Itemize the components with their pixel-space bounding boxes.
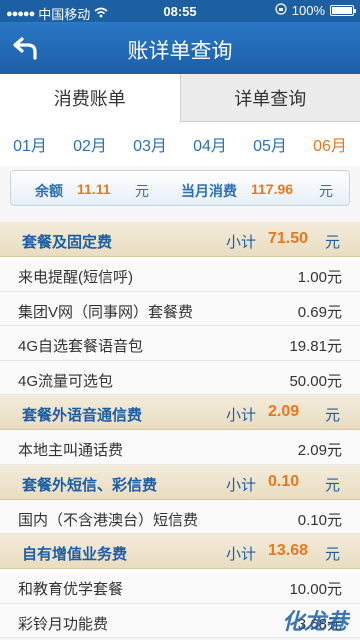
month-04[interactable]: 04月: [193, 132, 227, 156]
balance-unit: 元: [135, 183, 149, 199]
subtotal-unit: 元: [324, 546, 340, 563]
item-amount: 0.69元: [297, 303, 342, 321]
subtotal-value: 13.68: [268, 542, 309, 559]
tab-detail-query[interactable]: 详单查询: [180, 74, 360, 122]
tab-bar: 消费账单 详单查询: [0, 74, 360, 122]
item-amount: 2.09元: [297, 442, 342, 459]
item-name: 来电提醒(短信呼): [18, 269, 133, 286]
month-01[interactable]: 01月: [13, 132, 47, 156]
section-header: 自有增值业务费 小计 13.68 元: [0, 534, 360, 569]
battery-icon: [330, 5, 356, 16]
item-name: 集团V网（同事网）套餐费: [18, 303, 194, 321]
list-item: 4G流量可选包 50.00元: [0, 360, 360, 395]
subtotal-unit: 元: [324, 476, 340, 494]
section-title: 套餐及固定费: [22, 234, 113, 251]
bill-list: 套餐及固定费 小计 71.50 元 来电提醒(短信呼) 1.00元 集团V网（同事…: [0, 222, 360, 638]
subtotal-value: 71.50: [268, 230, 309, 247]
month-03[interactable]: 03月: [133, 132, 167, 156]
month-spend-unit: 元: [319, 183, 333, 199]
month-06[interactable]: 06月: [313, 132, 347, 156]
item-amount: 1.00元: [297, 269, 342, 286]
subtotal-value: 0.10: [268, 472, 300, 490]
section-header: 套餐外短信、彩信费 小计 0.10 元: [0, 464, 360, 500]
item-name: 彩铃月功能费: [18, 615, 109, 633]
month-spend-label: 当月消费: [181, 183, 237, 199]
month-05[interactable]: 05月: [253, 132, 287, 156]
list-item: 集团V网（同事网）套餐费 0.69元: [0, 291, 360, 326]
section-title: 套餐外语音通信费: [22, 407, 143, 424]
subtotal-label: 小计: [226, 234, 257, 251]
subtotal-label: 小计: [226, 546, 257, 563]
list-item: 本地主叫通话费 2.09元: [0, 430, 360, 465]
subtotal-value: 2.09: [268, 403, 300, 420]
item-name: 4G流量可选包: [18, 372, 114, 390]
item-name: 国内（不含港澳台）短信费: [18, 511, 199, 529]
battery-percent: 100%: [291, 3, 325, 18]
section-title: 自有增值业务费: [22, 546, 128, 563]
section-title: 套餐外短信、彩信费: [22, 476, 158, 494]
item-name: 本地主叫通话费: [18, 442, 124, 459]
item-name: 和教育优学套餐: [18, 581, 124, 598]
subtotal-unit: 元: [324, 234, 340, 251]
rotation-lock-icon: [275, 3, 287, 18]
tab-consumption-bill[interactable]: 消费账单: [0, 74, 181, 122]
item-amount: 19.81元: [289, 338, 342, 355]
balance-value: 11.11: [77, 181, 111, 197]
list-item: 和教育优学套餐 10.00元: [0, 569, 360, 604]
subtotal-label: 小计: [226, 476, 257, 494]
list-item: 来电提醒(短信呼) 1.00元: [0, 257, 360, 292]
item-amount: 50.00元: [289, 372, 342, 390]
subtotal-unit: 元: [324, 407, 340, 424]
page-title: 账详单查询: [127, 40, 233, 63]
balance-label: 余额: [35, 183, 63, 199]
list-item: 4G自选套餐语音包 19.81元: [0, 326, 360, 361]
item-amount: 10.00元: [289, 581, 342, 598]
subtotal-label: 小计: [226, 407, 257, 424]
section-header: 套餐外语音通信费 小计 2.09 元: [0, 395, 360, 430]
item-name: 4G自选套餐语音包: [18, 338, 144, 355]
watermark-logo: 化龙巷: [281, 609, 348, 634]
month-02[interactable]: 02月: [73, 132, 107, 156]
month-spend-value: 117.96: [251, 181, 294, 197]
balance-summary: 余额 11.11 元 当月消费 117.96 元: [10, 170, 350, 206]
section-header: 套餐及固定费 小计 71.50 元: [0, 222, 360, 257]
header-bar: 账详单查询: [0, 22, 360, 74]
list-item: 国内（不含港澳台）短信费 0.10元: [0, 499, 360, 534]
status-bar: ●●●●● 中国移动 08:55 100%: [0, 0, 360, 22]
month-selector: 01月 02月 03月 04月 05月 06月: [0, 122, 360, 166]
item-amount: 0.10元: [297, 511, 342, 529]
